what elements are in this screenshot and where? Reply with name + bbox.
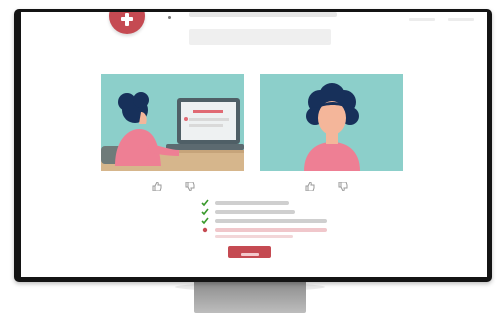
cta-label <box>240 252 259 256</box>
plus-badge-icon <box>109 12 145 34</box>
check-icon <box>201 217 209 225</box>
media-panel-left <box>101 74 244 171</box>
person-portrait-illustration <box>260 74 403 171</box>
thumbs-down-icon[interactable] <box>337 181 349 191</box>
checklist-text <box>215 210 295 214</box>
monitor-screen <box>21 12 487 277</box>
header-description <box>189 29 331 45</box>
thumbs-down-icon[interactable] <box>184 181 196 191</box>
cta-button[interactable] <box>228 246 271 258</box>
checklist-item <box>201 199 289 207</box>
checklist-item <box>201 217 327 225</box>
check-icon <box>201 199 209 207</box>
media-panel-right <box>260 74 403 171</box>
header-dot <box>168 16 171 19</box>
thumbs-up-icon[interactable] <box>304 181 316 191</box>
thumbs-up-icon[interactable] <box>151 181 163 191</box>
scene <box>0 0 501 313</box>
checklist-warning-text <box>215 228 327 232</box>
top-link[interactable] <box>448 18 474 21</box>
top-link[interactable] <box>409 18 435 21</box>
checklist-note <box>215 235 293 238</box>
check-icon <box>201 208 209 216</box>
checklist-text <box>215 219 327 223</box>
checklist-item <box>201 208 295 216</box>
warning-icon <box>202 227 208 233</box>
header-text <box>189 12 337 17</box>
monitor-stand <box>194 282 306 313</box>
checklist-item <box>201 226 327 234</box>
person-at-laptop-illustration <box>101 74 244 171</box>
checklist-text <box>215 201 289 205</box>
